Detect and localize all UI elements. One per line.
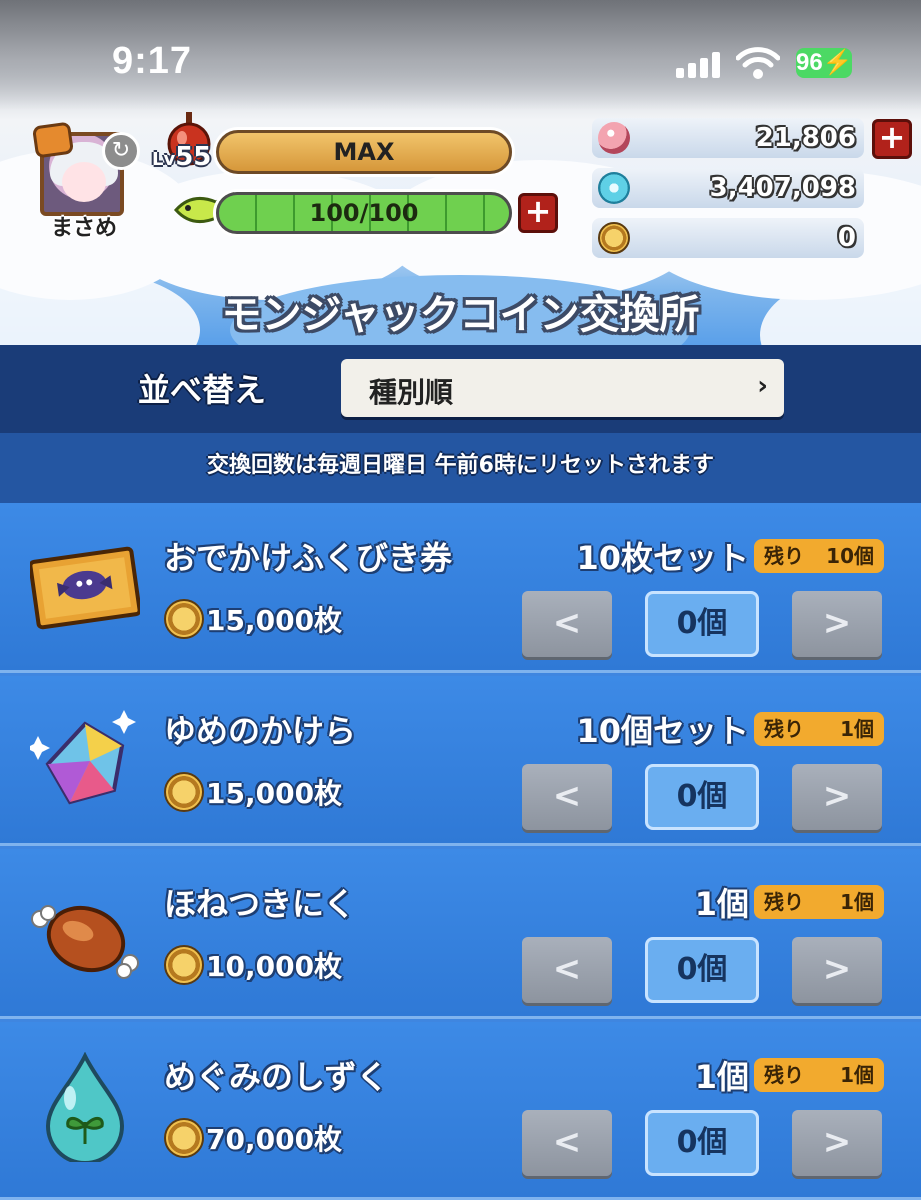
battery-indicator: 96⚡ [796,48,853,78]
remaining-badge: 残り 10個 [754,539,884,573]
sort-select[interactable]: 種別順 › [341,359,784,417]
swap-icon[interactable]: ↻ [102,132,140,170]
quantity-display: 0個 [645,764,759,830]
item-price: 15,000枚 [206,777,343,810]
list-item: おでかけふくびき券 15,000枚 10枚セット 残り 10個 < 0個 > [0,503,921,673]
remaining-badge: 残り 1個 [754,885,884,919]
decrease-button[interactable]: < [522,764,612,830]
status-time: 9:17 [112,40,193,82]
list-item: めぐみのしずく 70,000枚 1個 残り 1個 < 0個 > [0,1022,921,1200]
gem-count: 21,806 [755,123,856,153]
item-price: 70,000枚 [206,1123,343,1156]
lottery-ticket-icon [30,546,140,630]
player-name: まさめ [50,216,117,241]
remaining-badge: 残り 1個 [754,712,884,746]
increase-button[interactable]: > [792,937,882,1003]
item-price: 10,000枚 [206,950,343,983]
add-stamina-button[interactable]: + [518,193,558,233]
quantity-display: 0個 [645,591,759,657]
avatar-face [62,162,106,202]
item-set-size: 10枚セット [576,539,749,577]
charging-bolt-icon: ⚡ [822,49,853,76]
crystal-icon [598,172,630,204]
item-set-size: 1個 [694,1058,749,1096]
item-name: おでかけふくびき券 [164,539,453,577]
list-item: ゆめのかけら 15,000枚 10個セット 残り 1個 < 0個 > [0,676,921,846]
list-item: ほねつきにく 10,000枚 1個 残り 1個 < 0個 > [0,849,921,1019]
status-bar: 9:17 96⚡ [0,0,921,110]
monjack-coin-icon [164,945,204,985]
sort-label: 並べ替え [138,371,267,409]
monjack-coin-icon [164,1118,204,1158]
currency-gem: 21,806 [592,118,864,158]
decrease-button[interactable]: < [522,1110,612,1176]
meat-icon [31,905,139,979]
coin-count: 0 [837,223,856,253]
item-set-size: 10個セット [576,712,749,750]
item-price: 15,000枚 [206,604,343,637]
wifi-icon [736,47,780,79]
stamina-bar: 100/100 [216,192,512,234]
sort-select-value: 種別順 [369,376,454,409]
item-set-size: 1個 [694,885,749,923]
decrease-button[interactable]: < [522,591,612,657]
currency-monjack-coin: 0 [592,218,864,258]
reset-notice: 交換回数は毎週日曜日 午前6時にリセットされます [0,433,921,503]
quantity-display: 0個 [645,937,759,1003]
item-name: ゆめのかけら [164,712,357,750]
currency-crystal: 3,407,098 [592,168,864,208]
buy-gem-button[interactable]: + [872,119,912,159]
item-name: ほねつきにく [164,885,356,923]
monjack-coin-icon [164,772,204,812]
cellular-signal-icon [676,52,720,78]
profile-badge-icon [31,121,75,159]
increase-button[interactable]: > [792,1110,882,1176]
increase-button[interactable]: > [792,764,882,830]
monjack-coin-icon [164,599,204,639]
rainbow-crystal-icon [30,710,136,805]
crystal-count: 3,407,098 [709,173,856,203]
quantity-display: 0個 [645,1110,759,1176]
item-name: めぐみのしずく [164,1058,389,1096]
gem-icon [598,122,630,154]
monjack-coin-icon [598,222,630,254]
decrease-button[interactable]: < [522,937,612,1003]
player-level: Lv55 [152,142,212,172]
page-title: モンジャックコイン交換所 [221,292,700,338]
increase-button[interactable]: > [792,591,882,657]
chevron-right-icon: › [757,371,768,401]
remaining-badge: 残り 1個 [754,1058,884,1092]
exp-bar: MAX [216,130,512,174]
water-drop-icon [45,1052,125,1162]
sort-bar: 並べ替え 種別順 › [0,345,921,433]
